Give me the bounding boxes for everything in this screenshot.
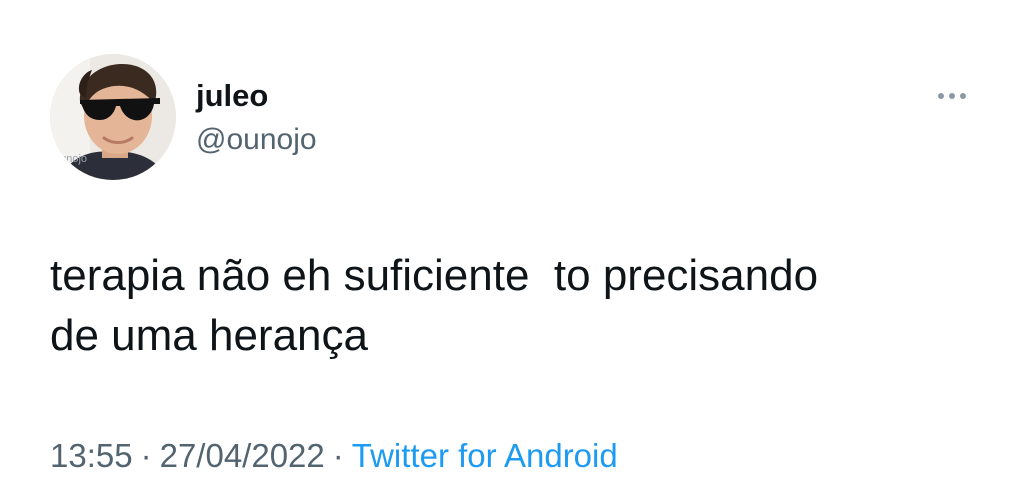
more-dot <box>960 93 966 99</box>
separator: · <box>332 437 344 474</box>
tweet-text-line-2: de uma herança <box>50 311 368 360</box>
tweet-text: terapia não eh suficiente to precisando … <box>50 246 990 366</box>
tweet-text-line-1: terapia não eh suficiente to precisando <box>50 251 819 300</box>
tweet-card: ounojo juleo @ounojo terapia não eh sufi… <box>0 0 1024 500</box>
tweet-time[interactable]: 13:55 <box>50 437 133 474</box>
tweet-source-link[interactable]: Twitter for Android <box>352 437 618 474</box>
tweet-meta: 13:55 · 27/04/2022 · Twitter for Android <box>50 436 618 476</box>
user-handle[interactable]: @ounojo <box>196 122 317 158</box>
tweet-date[interactable]: 27/04/2022 <box>160 437 325 474</box>
display-name[interactable]: juleo <box>196 78 268 114</box>
separator: · <box>140 437 152 474</box>
avatar-watermark: ounojo <box>54 153 87 165</box>
more-dot <box>938 93 944 99</box>
more-dot <box>949 93 955 99</box>
avatar[interactable]: ounojo <box>50 54 176 180</box>
more-horizontal-icon[interactable] <box>930 84 974 108</box>
avatar-photo: ounojo <box>50 54 176 180</box>
